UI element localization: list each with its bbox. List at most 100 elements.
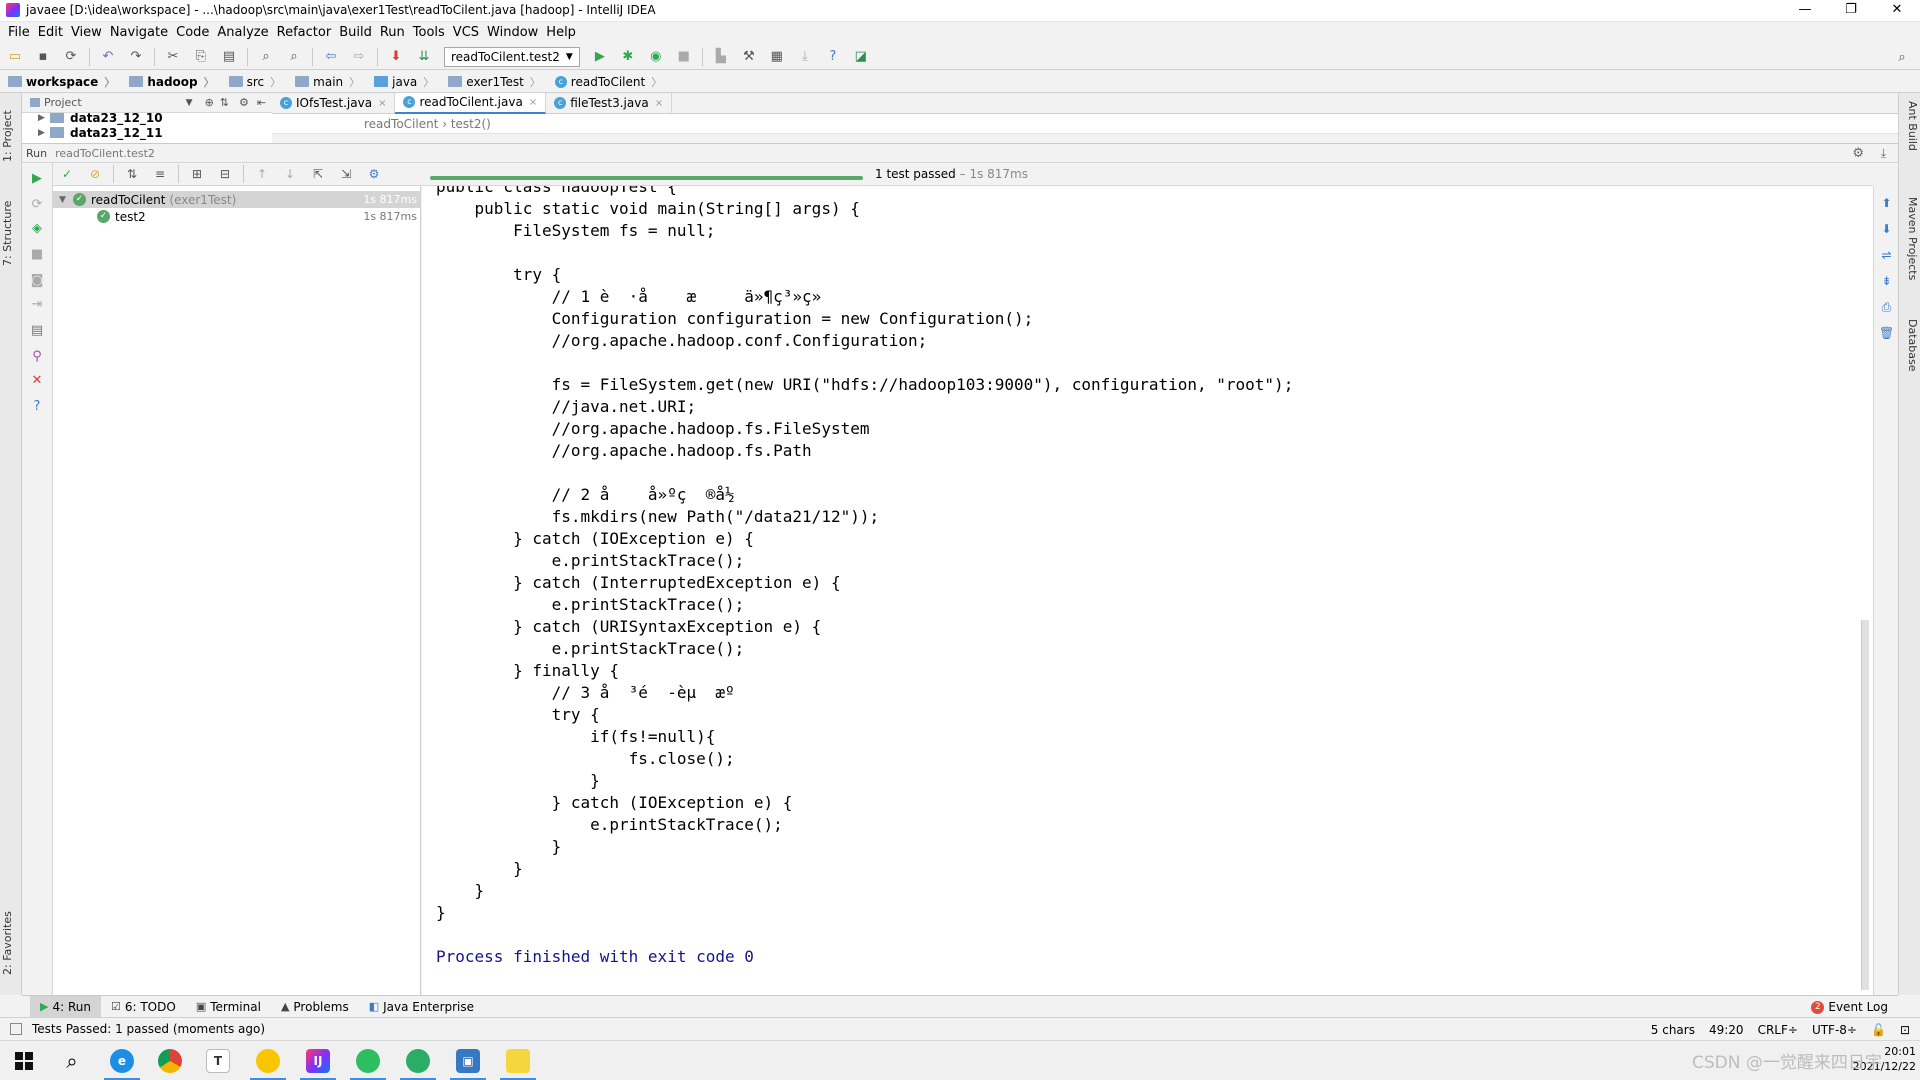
gear-icon[interactable]: ⚙ [239, 96, 249, 109]
breadcrumb-java[interactable]: java 〉 [366, 71, 440, 93]
save-icon[interactable]: ▪ [34, 48, 52, 66]
stop-icon[interactable]: ■ [29, 247, 45, 263]
menu-file[interactable]: File [4, 22, 34, 44]
menu-run[interactable]: Run [376, 22, 409, 44]
tab-project[interactable]: 1: Project [1, 101, 21, 171]
layout-icon[interactable]: ▤ [29, 323, 45, 339]
tab-ant-build[interactable]: Ant Build [1901, 101, 1919, 171]
show-ignored-icon[interactable]: ⊘ [86, 165, 104, 183]
make-icon[interactable]: ⇊ [415, 48, 433, 66]
scroll-to-end-icon[interactable]: ⇟ [1879, 274, 1894, 289]
soft-wrap-icon[interactable]: ⇌ [1879, 248, 1894, 263]
taskbar-ie[interactable]: e [98, 1041, 146, 1080]
gear-icon[interactable]: ⚙ [365, 165, 383, 183]
stop-icon[interactable]: ■ [675, 48, 693, 66]
taskbar-intellij[interactable]: IJ [294, 1041, 342, 1080]
tree-node[interactable]: ▶ data23_12_11 [22, 125, 272, 140]
taskbar-notes[interactable] [494, 1041, 542, 1080]
open-folder-icon[interactable]: ▭ [6, 48, 24, 66]
menu-navigate[interactable]: Navigate [106, 22, 172, 44]
toggle-autotest-icon[interactable]: ◈ [29, 221, 45, 237]
caret-position[interactable]: 49:20 [1709, 1023, 1744, 1037]
gear-icon[interactable]: ⚙ [1852, 146, 1864, 161]
taskbar-typora[interactable]: T [194, 1041, 242, 1080]
help-icon[interactable]: ? [824, 48, 842, 66]
close-icon[interactable]: ✕ [29, 373, 45, 389]
taskbar-search[interactable]: ⌕ [48, 1041, 96, 1080]
tool-tab-todo[interactable]: ☑ 6: TODO [101, 996, 186, 1018]
breadcrumb-workspace[interactable]: workspace 〉 [0, 71, 121, 93]
next-failed-icon[interactable]: ↓ [281, 165, 299, 183]
search-everywhere-icon[interactable]: ⌕ [1893, 48, 1911, 66]
menu-window[interactable]: Window [483, 22, 542, 44]
settings-wrench-icon[interactable]: ⚒ [740, 48, 758, 66]
tool-tab-problems[interactable]: ▲ Problems [271, 996, 359, 1018]
pin-icon[interactable]: ⚲ [29, 349, 45, 365]
menu-code[interactable]: Code [172, 22, 213, 44]
close-icon[interactable]: × [529, 97, 537, 108]
expand-all-icon[interactable]: ⊞ [188, 165, 206, 183]
menu-tools[interactable]: Tools [409, 22, 449, 44]
clear-all-icon[interactable]: 🗑 [1879, 326, 1894, 341]
replace-icon[interactable]: ⌕ [285, 48, 303, 66]
sort-alpha-icon[interactable]: ⇅ [123, 165, 141, 183]
close-icon[interactable]: × [378, 98, 386, 109]
editor-breadcrumb[interactable]: readToCilent › test2() [272, 114, 1898, 134]
debug-icon[interactable]: ✱ [619, 48, 637, 66]
chevron-down-icon[interactable]: ▼ [186, 98, 193, 108]
collapse-icon[interactable]: ⇅ [220, 96, 229, 109]
tab-maven-projects[interactable]: Maven Projects [1901, 197, 1919, 297]
taskbar-chrome[interactable] [146, 1041, 194, 1080]
editor-tab-readtocilent[interactable]: c readToCilent.java × [395, 92, 547, 114]
taskbar-wechat[interactable] [394, 1041, 442, 1080]
vcs-update-icon[interactable]: ▙ [712, 48, 730, 66]
arrow-down-icon[interactable]: ⬇ [1879, 222, 1894, 237]
undo-icon[interactable]: ↶ [99, 48, 117, 66]
run-icon[interactable]: ▶ [591, 48, 609, 66]
menu-refactor[interactable]: Refactor [273, 22, 336, 44]
coverage-icon[interactable]: ◉ [647, 48, 665, 66]
breadcrumb-main[interactable]: main 〉 [287, 71, 366, 93]
project-panel-title[interactable]: Project [44, 96, 82, 109]
locate-icon[interactable]: ⊕ [205, 96, 214, 109]
sort-duration-icon[interactable]: ≡ [151, 165, 169, 183]
menu-analyze[interactable]: Analyze [213, 22, 272, 44]
encoding-selector[interactable]: UTF-8÷ [1812, 1023, 1857, 1037]
editor-tab-filetest3[interactable]: c fileTest3.java × [546, 92, 673, 114]
forward-icon[interactable]: ⇨ [350, 48, 368, 66]
build-arrow-icon[interactable]: ⬇ [387, 48, 405, 66]
rerun-icon[interactable]: ▶ [29, 171, 45, 187]
start-button[interactable] [0, 1041, 48, 1080]
export-icon[interactable]: ⇱ [309, 165, 327, 183]
cut-icon[interactable]: ✂ [164, 48, 182, 66]
find-icon[interactable]: ⌕ [257, 48, 275, 66]
run-config-dropdown[interactable]: readToCilent.test2 ▼ [444, 46, 580, 67]
tree-node[interactable]: ▶ data23_12_10 [22, 113, 272, 125]
test-row-suite[interactable]: ▼ ✓ readToCilent (exer1Test) 1s 817ms [53, 191, 421, 208]
menu-help[interactable]: Help [542, 22, 580, 44]
run-panel-config[interactable]: readToCilent.test2 [55, 147, 155, 160]
sdk-download-icon[interactable]: ⤓ [796, 48, 814, 66]
copy-icon[interactable]: ⎘ [192, 48, 210, 66]
tool-tab-terminal[interactable]: ▣ Terminal [186, 996, 271, 1018]
close-icon[interactable]: × [655, 98, 663, 109]
event-icon[interactable]: ⊡ [1900, 1023, 1910, 1037]
dump-threads-icon[interactable]: ◙ [29, 273, 45, 289]
tool-tab-run[interactable]: ▶ 4: Run [30, 995, 101, 1018]
menu-view[interactable]: View [67, 22, 106, 44]
taskbar-vm[interactable]: ▣ [444, 1041, 492, 1080]
exit-icon[interactable]: ⇥ [29, 297, 45, 313]
paste-icon[interactable]: ▤ [220, 48, 238, 66]
sync-icon[interactable]: ⟳ [62, 48, 80, 66]
back-icon[interactable]: ⇦ [322, 48, 340, 66]
breadcrumb-class[interactable]: c readToCilent 〉 [547, 71, 668, 93]
collapse-all-icon[interactable]: ⊟ [216, 165, 234, 183]
breadcrumb-hadoop[interactable]: hadoop 〉 [121, 71, 220, 93]
event-log-button[interactable]: 2 Event Log [1811, 996, 1888, 1018]
tab-database[interactable]: Database [1901, 319, 1919, 389]
taskbar-evernote[interactable] [344, 1041, 392, 1080]
rerun-failed-icon[interactable]: ⟳ [29, 197, 45, 213]
menu-edit[interactable]: Edit [34, 22, 67, 44]
lock-icon[interactable]: 🔓 [1871, 1023, 1886, 1037]
restore-button[interactable]: ❐ [1828, 0, 1874, 22]
